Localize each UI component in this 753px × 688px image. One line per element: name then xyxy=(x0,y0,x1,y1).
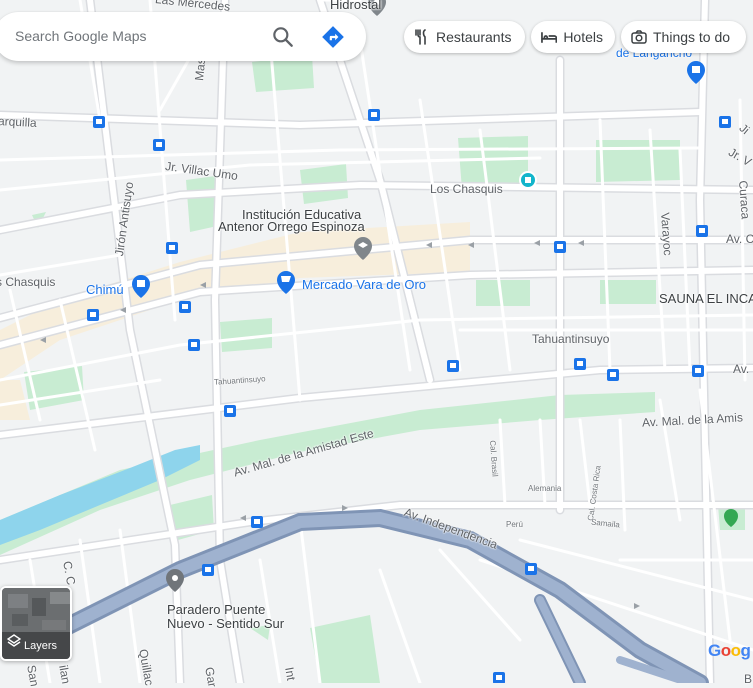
place-label: Chimú xyxy=(86,282,124,297)
place-label: Mercado Vara de Oro xyxy=(302,277,427,292)
place-label: Hidrostal xyxy=(330,0,382,12)
search-input[interactable]: Search Google Maps xyxy=(15,28,147,44)
street-label: s Chasquis xyxy=(0,275,56,289)
street-label: Varayoc xyxy=(658,212,676,257)
street-label: Av. xyxy=(733,362,750,376)
teal-place-marker-icon[interactable] xyxy=(519,171,537,189)
restaurants-label: Restaurants xyxy=(436,29,512,45)
place-label: SAUNA EL INCA xyxy=(659,291,753,306)
directions-icon[interactable] xyxy=(320,24,346,50)
street-label: Los Chasquis xyxy=(430,182,503,196)
hotels-label: Hotels xyxy=(563,29,603,45)
place-label: Antenor Orrego Espinoza xyxy=(218,219,365,234)
street-label: Curaca xyxy=(736,180,753,220)
street-label: Perú xyxy=(506,520,523,529)
layers-button[interactable]: Layers xyxy=(0,586,72,661)
bed-icon xyxy=(541,32,558,43)
things-to-do-label: Things to do xyxy=(653,29,731,45)
street-label: Av. C xyxy=(726,232,753,246)
place-label: Nuevo - Sentido Sur xyxy=(167,616,285,631)
street-label: arquilla xyxy=(0,113,38,131)
layers-label: Layers xyxy=(24,640,58,652)
layers-icon xyxy=(6,634,22,653)
fork-knife-icon xyxy=(415,29,426,45)
street-label: B xyxy=(744,672,753,686)
street-label: Tahuantinsuyo xyxy=(532,332,610,346)
search-box[interactable]: Search Google Maps xyxy=(0,12,366,61)
search-icon[interactable] xyxy=(270,24,296,50)
map-canvas[interactable] xyxy=(0,0,753,683)
street-label: Alemania xyxy=(528,484,562,493)
place-label: Paradero Puente xyxy=(167,602,266,617)
street-label: ilan xyxy=(56,664,74,685)
street-label: Int xyxy=(282,666,299,682)
restaurants-chip[interactable]: Restaurants xyxy=(404,21,525,53)
google-logo: Goog xyxy=(708,641,751,660)
camera-icon xyxy=(631,30,647,44)
hotels-chip[interactable]: Hotels xyxy=(531,21,615,53)
divider xyxy=(311,24,312,50)
things-to-do-chip[interactable]: Things to do xyxy=(621,21,746,53)
